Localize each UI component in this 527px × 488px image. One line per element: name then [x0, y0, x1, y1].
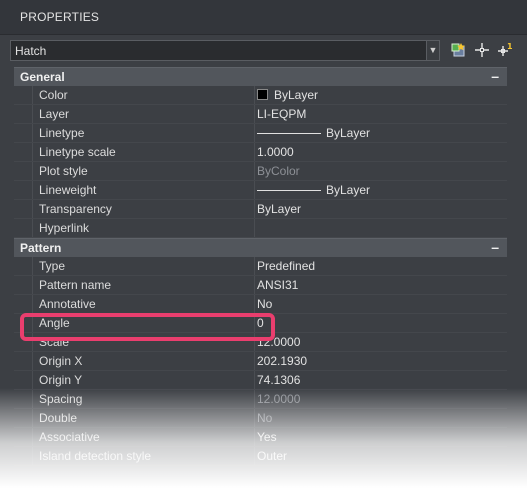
- palette-title: PROPERTIES: [20, 10, 100, 24]
- angle-highlight-annotation: [20, 313, 275, 341]
- property-row-plot-style[interactable]: Plot style ByColor: [14, 162, 507, 181]
- object-selector-row: Hatch ▼ 1: [0, 36, 527, 66]
- linetype-sample-icon: [257, 133, 321, 135]
- property-row-origin-y[interactable]: Origin Y 74.1306: [14, 371, 507, 390]
- property-label: Pattern name: [39, 278, 112, 292]
- property-row-associative[interactable]: Associative Yes: [14, 428, 507, 447]
- property-value: No: [257, 297, 273, 311]
- property-label: Spacing: [39, 392, 83, 406]
- property-row-island-detection-style[interactable]: Island detection style Outer: [14, 447, 507, 466]
- svg-text:1: 1: [507, 42, 513, 51]
- property-value: No: [257, 411, 273, 425]
- property-row-lineweight[interactable]: Lineweight ByLayer: [14, 181, 507, 200]
- property-row-layer[interactable]: Layer LI-EQPM: [14, 105, 507, 124]
- property-row-transparency[interactable]: Transparency ByLayer: [14, 200, 507, 219]
- property-label: Lineweight: [39, 183, 97, 197]
- collapse-icon[interactable]: –: [491, 239, 499, 255]
- chevron-down-icon[interactable]: ▼: [426, 41, 439, 60]
- property-value: ANSI31: [257, 278, 299, 292]
- property-label: Hyperlink: [39, 221, 90, 235]
- property-value: Predefined: [257, 259, 316, 273]
- property-grid: General – Color ByLayer Layer LI-EQPM Li…: [14, 67, 507, 466]
- property-label: Origin X: [39, 354, 83, 368]
- property-value: ByLayer: [274, 88, 319, 102]
- properties-palette: PROPERTIES Hatch ▼ 1 General – Color ByL…: [0, 0, 527, 488]
- property-row-pattern-name[interactable]: Pattern name ANSI31: [14, 276, 507, 295]
- property-value: 74.1306: [257, 373, 301, 387]
- property-label: Plot style: [39, 164, 88, 178]
- property-label: Linetype scale: [39, 145, 116, 159]
- collapse-icon[interactable]: –: [491, 68, 499, 84]
- property-value: 12.0000: [257, 392, 301, 406]
- property-label: Annotative: [39, 297, 96, 311]
- property-row-linetype[interactable]: Linetype ByLayer: [14, 124, 507, 143]
- property-label: Origin Y: [39, 373, 83, 387]
- object-type-dropdown[interactable]: Hatch ▼: [10, 40, 440, 61]
- property-value: 1.0000: [257, 145, 294, 159]
- property-value: ByColor: [257, 164, 300, 178]
- select-objects-icon[interactable]: [474, 42, 490, 58]
- quick-select-icon[interactable]: [451, 42, 467, 58]
- object-type-value: Hatch: [15, 44, 47, 58]
- property-value: Yes: [257, 430, 277, 444]
- property-label: Island detection style: [39, 449, 152, 463]
- property-value: Outer: [257, 449, 288, 463]
- property-value: ByLayer: [257, 202, 302, 216]
- property-row-spacing[interactable]: Spacing 12.0000: [14, 390, 507, 409]
- property-label: Layer: [39, 107, 70, 121]
- property-row-type[interactable]: Type Predefined: [14, 257, 507, 276]
- lineweight-sample-icon: [257, 190, 321, 192]
- property-row-annotative[interactable]: Annotative No: [14, 295, 507, 314]
- property-label: Associative: [39, 430, 100, 444]
- property-label: Linetype: [39, 126, 85, 140]
- section-header-pattern[interactable]: Pattern –: [14, 238, 507, 257]
- pickadd-toggle-icon[interactable]: 1: [497, 42, 513, 58]
- property-label: Type: [39, 259, 66, 273]
- property-row-hyperlink[interactable]: Hyperlink: [14, 219, 507, 238]
- property-label: Double: [39, 411, 78, 425]
- property-label: Color: [39, 88, 68, 102]
- property-row-color[interactable]: Color ByLayer: [14, 86, 507, 105]
- property-value: ByLayer: [326, 183, 371, 197]
- property-value: LI-EQPM: [257, 107, 307, 121]
- color-swatch-icon: [257, 89, 268, 100]
- section-title: General: [20, 70, 65, 84]
- property-value: 202.1930: [257, 354, 308, 368]
- property-value: ByLayer: [326, 126, 371, 140]
- property-row-origin-x[interactable]: Origin X 202.1930: [14, 352, 507, 371]
- property-label: Transparency: [39, 202, 112, 216]
- property-row-double[interactable]: Double No: [14, 409, 507, 428]
- palette-titlebar[interactable]: PROPERTIES: [0, 0, 527, 35]
- section-header-general[interactable]: General –: [14, 67, 507, 86]
- property-row-linetype-scale[interactable]: Linetype scale 1.0000: [14, 143, 507, 162]
- section-title: Pattern: [20, 241, 62, 255]
